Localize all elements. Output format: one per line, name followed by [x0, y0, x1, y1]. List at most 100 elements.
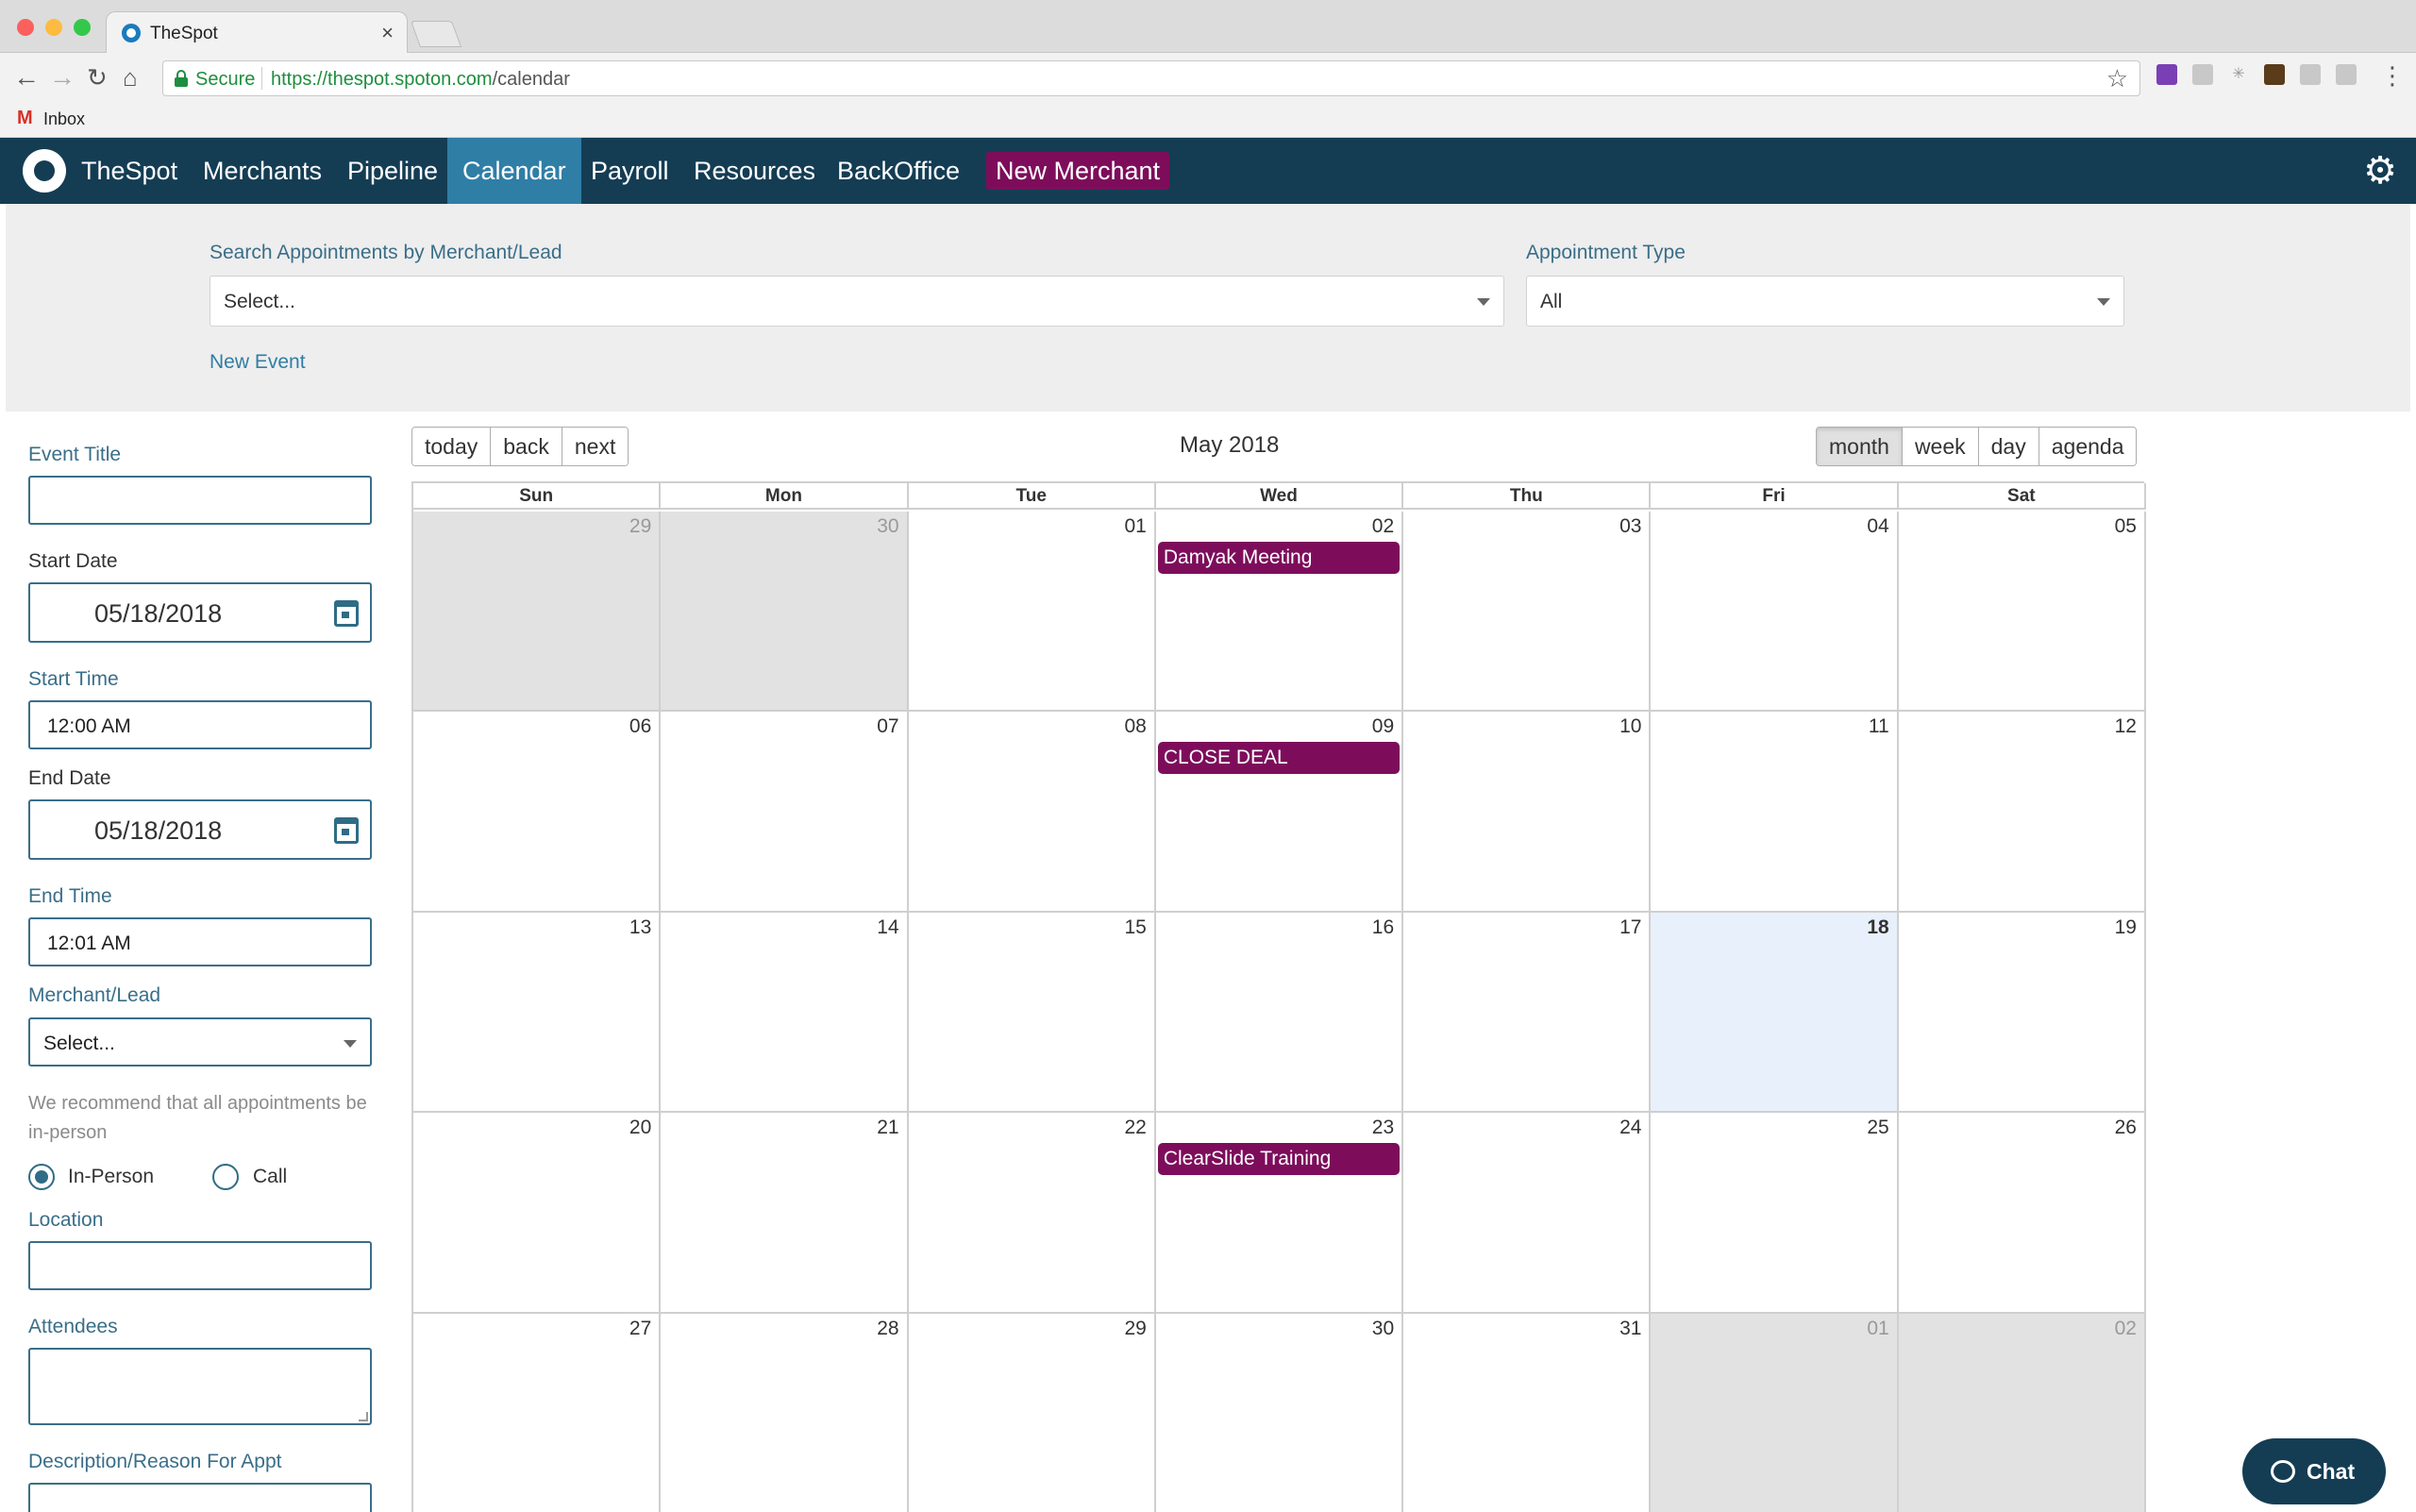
day-number[interactable]: 09 [1372, 715, 1394, 738]
asterisk-extension-icon[interactable]: ✳ [2228, 64, 2249, 85]
calendar-day-cell[interactable]: 31 [1403, 1313, 1652, 1512]
nav-backoffice[interactable]: BackOffice [822, 138, 975, 204]
chat-button[interactable]: Chat [2242, 1438, 2386, 1504]
day-number[interactable]: 31 [1619, 1318, 1641, 1340]
calendar-day-cell[interactable]: 13 [413, 912, 662, 1114]
day-number[interactable]: 29 [629, 515, 651, 538]
day-number[interactable]: 15 [1124, 916, 1146, 939]
day-number[interactable]: 25 [1867, 1117, 1888, 1139]
reload-icon[interactable]: ↻ [87, 62, 108, 92]
day-number[interactable]: 13 [629, 916, 651, 939]
day-number[interactable]: 30 [877, 515, 898, 538]
new-tab-button[interactable] [410, 21, 462, 47]
new-merchant-button[interactable]: New Merchant [986, 152, 1170, 190]
cache-extension-icon[interactable] [2300, 64, 2321, 85]
calendar-day-cell[interactable]: 07 [661, 712, 909, 913]
browser-tab[interactable]: TheSpot × [106, 11, 408, 53]
back-button[interactable]: back [491, 428, 562, 465]
day-number[interactable]: 08 [1124, 715, 1146, 738]
search-merchant-select[interactable]: Select... [210, 276, 1504, 327]
calendar-day-cell[interactable]: 25 [1651, 1113, 1899, 1314]
nav-payroll[interactable]: Payroll [576, 138, 684, 204]
day-number[interactable]: 26 [2115, 1117, 2137, 1139]
tab-close-icon[interactable]: × [381, 21, 394, 45]
bookmark-inbox[interactable]: Inbox [43, 109, 85, 129]
calendar-day-cell[interactable]: 20 [413, 1113, 662, 1314]
calendar-day-cell[interactable]: 02 [1898, 1313, 2146, 1512]
appointment-type-select[interactable]: All [1526, 276, 2124, 327]
calendar-day-cell[interactable]: 29 [413, 512, 662, 713]
end-date-input[interactable]: 05/18/2018 [28, 799, 372, 860]
day-number[interactable]: 03 [1619, 515, 1641, 538]
home-icon[interactable]: ⌂ [123, 62, 138, 92]
day-number[interactable]: 10 [1619, 715, 1641, 738]
day-number[interactable]: 24 [1619, 1117, 1641, 1139]
location-input[interactable] [28, 1241, 372, 1290]
attendees-textarea[interactable] [28, 1348, 372, 1425]
day-number[interactable]: 27 [629, 1318, 651, 1340]
onenote-extension-icon[interactable] [2156, 64, 2177, 85]
day-number[interactable]: 19 [2115, 916, 2137, 939]
in-person-label[interactable]: In-Person [68, 1166, 154, 1188]
calendar-day-cell[interactable]: 28 [661, 1313, 909, 1512]
calendar-day-cell[interactable]: 12 [1898, 712, 2146, 913]
back-arrow-icon[interactable]: ← [13, 62, 40, 92]
minimize-window-icon[interactable] [45, 19, 62, 36]
calendar-day-cell[interactable]: 14 [661, 912, 909, 1114]
calendar-day-cell[interactable]: 24 [1403, 1113, 1652, 1314]
calendar-day-cell[interactable]: 06 [413, 712, 662, 913]
agenda-view-button[interactable]: agenda [2038, 428, 2137, 465]
calendar-day-cell-today[interactable]: 18 [1651, 912, 1899, 1114]
bookmark-star-icon[interactable]: ☆ [2106, 64, 2128, 93]
day-number[interactable]: 02 [1372, 515, 1394, 538]
day-number[interactable]: 05 [2115, 515, 2137, 538]
calendar-day-cell[interactable]: 09 CLOSE DEAL [1155, 712, 1404, 913]
resize-handle-icon[interactable] [359, 1412, 368, 1421]
description-textarea[interactable] [28, 1483, 372, 1512]
nav-calendar[interactable]: Calendar [447, 138, 581, 204]
calendar-day-cell[interactable]: 11 [1651, 712, 1899, 913]
nav-merchants[interactable]: Merchants [188, 138, 337, 204]
calendar-day-cell[interactable]: 23 ClearSlide Training [1155, 1113, 1404, 1314]
day-number[interactable]: 16 [1372, 916, 1394, 939]
day-number[interactable]: 23 [1372, 1117, 1394, 1139]
evernote-extension-icon[interactable] [2264, 64, 2285, 85]
next-button[interactable]: next [562, 428, 629, 465]
day-number[interactable]: 22 [1124, 1117, 1146, 1139]
calendar-event[interactable]: CLOSE DEAL [1157, 742, 1401, 775]
calendar-day-cell[interactable]: 29 [908, 1313, 1156, 1512]
start-time-input[interactable]: 12:00 AM [28, 700, 372, 749]
calendar-day-cell[interactable]: 19 [1898, 912, 2146, 1114]
calendar-event[interactable]: Damyak Meeting [1157, 542, 1401, 574]
day-number[interactable]: 18 [1867, 916, 1888, 939]
day-number[interactable]: 01 [1124, 515, 1146, 538]
day-number[interactable]: 21 [877, 1117, 898, 1139]
calendar-day-cell[interactable]: 01 [908, 512, 1156, 713]
maximize-window-icon[interactable] [74, 19, 91, 36]
day-number[interactable]: 12 [2115, 715, 2137, 738]
today-button[interactable]: today [412, 428, 492, 465]
close-window-icon[interactable] [17, 19, 34, 36]
day-number[interactable]: 04 [1867, 515, 1888, 538]
calendar-day-cell[interactable]: 08 [908, 712, 1156, 913]
day-number[interactable]: 07 [877, 715, 898, 738]
merchant-lead-select[interactable]: Select... [28, 1017, 372, 1067]
calendar-day-cell[interactable]: 17 [1403, 912, 1652, 1114]
nav-brand[interactable]: TheSpot [66, 138, 193, 204]
day-number[interactable]: 20 [629, 1117, 651, 1139]
end-time-input[interactable]: 12:01 AM [28, 917, 372, 966]
calendar-event[interactable]: ClearSlide Training [1157, 1143, 1401, 1176]
calendar-day-cell[interactable]: 21 [661, 1113, 909, 1314]
event-title-input[interactable] [28, 476, 372, 525]
day-number[interactable]: 02 [2115, 1318, 2137, 1340]
calendar-icon[interactable] [334, 817, 359, 844]
day-number[interactable]: 17 [1619, 916, 1641, 939]
day-number[interactable]: 06 [629, 715, 651, 738]
week-view-button[interactable]: week [1902, 428, 1979, 465]
browser-menu-icon[interactable]: ⋮ [2380, 60, 2405, 91]
spoton-logo-icon[interactable] [23, 149, 66, 193]
calendar-day-cell[interactable]: 22 [908, 1113, 1156, 1314]
settings-gear-icon[interactable]: ⚙ [2363, 151, 2397, 191]
start-date-input[interactable]: 05/18/2018 [28, 582, 372, 643]
calendar-day-cell[interactable]: 30 [661, 512, 909, 713]
